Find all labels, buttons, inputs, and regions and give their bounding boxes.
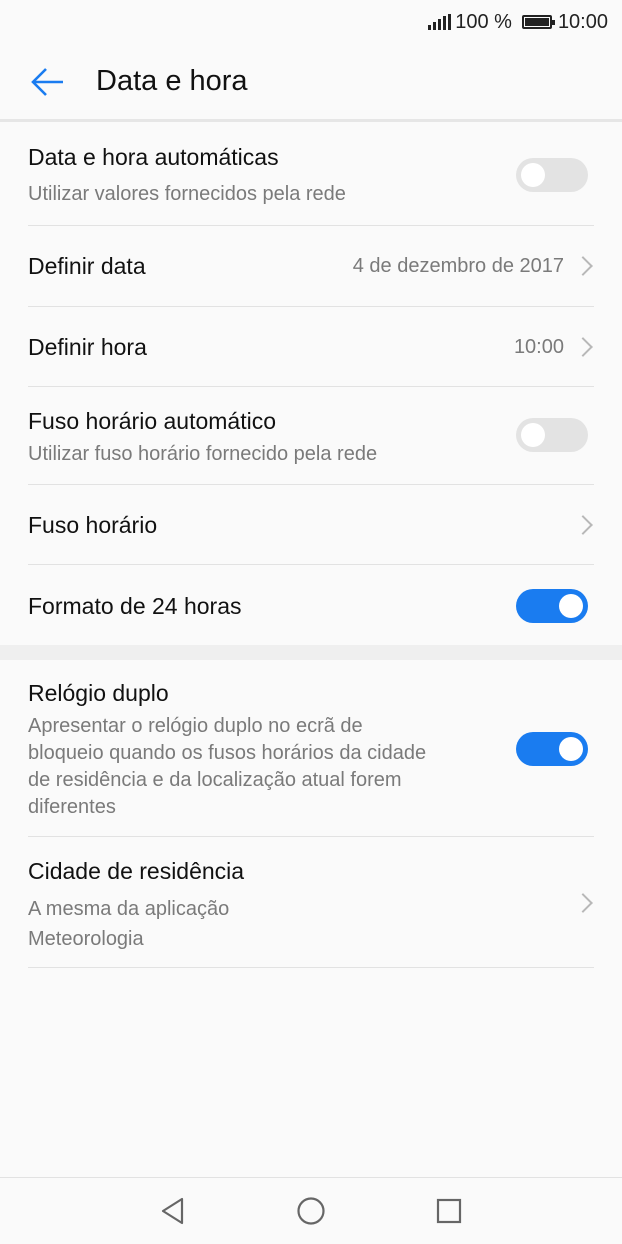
auto-timezone-subtitle: Utilizar fuso horário fornecido pela red… (28, 443, 378, 465)
toggle-knob (559, 594, 583, 618)
signal-icon (428, 14, 452, 30)
format-24h-row[interactable]: Formato de 24 horas (28, 565, 594, 645)
set-date-row[interactable]: Definir data 4 de dezembro de 2017 (28, 226, 594, 307)
set-time-title: Definir hora (28, 334, 147, 360)
dual-clock-subtitle-line: de residência e da localização atual for… (28, 769, 402, 791)
battery-icon (521, 15, 555, 29)
back-triangle-icon[interactable] (158, 1196, 188, 1226)
auto-timezone-row[interactable]: Fuso horário automático Utilizar fuso ho… (28, 387, 594, 485)
auto-datetime-title: Data e hora automáticas (28, 144, 279, 170)
set-time-value: 10:00 (513, 336, 564, 358)
chevron-right-icon (573, 256, 593, 276)
home-city-row[interactable]: Cidade de residência A mesma da aplicaçã… (28, 837, 594, 968)
auto-datetime-row[interactable]: Data e hora automáticas Utilizar valores… (28, 128, 594, 226)
dual-clock-title: Relógio duplo (28, 680, 169, 706)
back-button[interactable] (0, 43, 96, 121)
auto-datetime-subtitle: Utilizar valores fornecidos pela rede (28, 183, 346, 205)
battery-percent: 100 % (455, 10, 512, 33)
set-date-title: Definir data (28, 253, 146, 279)
status-bar: 100 % 10:00 (0, 0, 622, 44)
page-title: Data e hora (96, 65, 248, 97)
dual-clock-toggle[interactable] (516, 732, 588, 766)
timezone-title: Fuso horário (28, 512, 158, 538)
toggle-knob (559, 737, 583, 761)
format-24h-toggle[interactable] (516, 589, 588, 623)
chevron-right-icon (573, 893, 593, 913)
dual-clock-row[interactable]: Relógio duplo Apresentar o relógio duplo… (28, 660, 594, 837)
arrow-left-icon (31, 67, 63, 96)
home-city-subtitle-line: A mesma da aplicação (28, 898, 230, 920)
recents-square-icon[interactable] (434, 1196, 464, 1226)
format-24h-title: Formato de 24 horas (28, 593, 242, 619)
set-time-row[interactable]: Definir hora 10:00 (28, 307, 594, 387)
timezone-row[interactable]: Fuso horário (28, 485, 594, 565)
dual-clock-subtitle: Apresentar o relógio duplo no ecrã de bl… (28, 713, 426, 821)
home-city-title: Cidade de residência (28, 858, 245, 884)
dual-clock-subtitle-line: diferentes (28, 796, 116, 818)
chevron-right-icon (573, 337, 593, 357)
home-city-subtitle: A mesma da aplicação Meteorologia (28, 894, 229, 954)
home-circle-icon[interactable] (296, 1196, 326, 1226)
toggle-knob (521, 423, 545, 447)
auto-datetime-toggle[interactable] (516, 158, 588, 192)
dual-clock-subtitle-line: bloqueio quando os fusos horários da cid… (28, 742, 427, 764)
section-divider (0, 645, 622, 660)
home-city-subtitle-line: Meteorologia (28, 928, 144, 950)
navigation-bar (0, 1177, 622, 1244)
app-bar: Data e hora (0, 44, 622, 122)
chevron-right-icon (573, 515, 593, 535)
toggle-knob (521, 163, 545, 187)
set-date-value: 4 de dezembro de 2017 (352, 255, 564, 277)
auto-timezone-title: Fuso horário automático (28, 408, 277, 434)
status-time: 10:00 (557, 10, 608, 33)
dual-clock-subtitle-line: Apresentar o relógio duplo no ecrã de (28, 715, 363, 737)
auto-timezone-toggle[interactable] (516, 418, 588, 452)
